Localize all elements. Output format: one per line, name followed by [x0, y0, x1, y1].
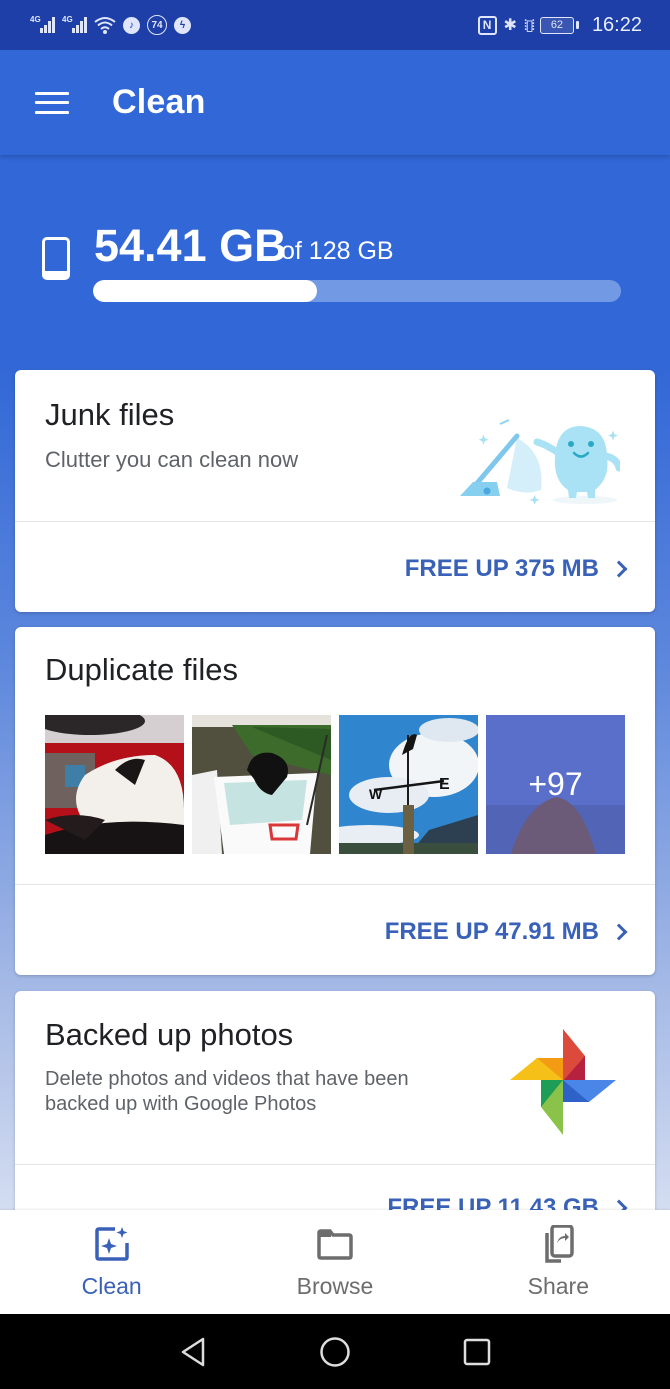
recents-square-icon[interactable] — [461, 1336, 493, 1368]
duplicate-thumbnails: W E +97 — [45, 715, 625, 854]
google-photos-pinwheel-icon — [510, 1029, 616, 1135]
bluetooth-icon: ✱ — [503, 17, 517, 34]
thumbnail-weather-vane[interactable]: W E — [339, 715, 478, 854]
system-navigation-bar — [0, 1314, 670, 1389]
nfc-icon: N — [477, 15, 497, 35]
status-bar-left: 4G 4G ♪ 74 ϟ — [30, 15, 191, 35]
vibrate-icon: ⦙▯⦙ — [523, 17, 535, 34]
free-up-duplicates-button[interactable]: FREE UP 47.91 MB — [384, 918, 628, 946]
status-bar-right: N ✱ ⦙▯⦙ 62 16:22 — [477, 13, 642, 37]
storage-progress-bar — [93, 280, 621, 302]
cell-signal-icon: 4G — [30, 15, 55, 33]
status-bar: 4G 4G ♪ 74 ϟ N ✱ ⦙▯⦙ 62 16:22 — [0, 0, 670, 50]
thumbnail-more[interactable]: +97 — [486, 715, 625, 854]
thumbnail-cat-bin[interactable] — [192, 715, 331, 854]
badge-count: 74 — [151, 19, 163, 31]
free-up-junk-label: FREE UP 375 MB — [404, 555, 599, 582]
card-divider — [15, 1164, 655, 1165]
svg-text:E: E — [439, 776, 450, 793]
card-title: Duplicate files — [45, 652, 238, 687]
battery-icon: 62 — [539, 16, 579, 34]
nav-label: Clean — [81, 1273, 142, 1299]
storage-used: 54.41 GB — [94, 220, 287, 271]
page-title: Clean — [112, 83, 206, 121]
wifi-icon — [94, 17, 116, 34]
free-up-duplicates-label: FREE UP 47.91 MB — [384, 918, 599, 945]
app-bar: Clean — [0, 50, 670, 155]
phone-icon — [41, 237, 70, 280]
card-title: Backed up photos — [45, 1017, 294, 1052]
share-device-icon — [545, 1225, 575, 1263]
network-type-label-2: 4G — [62, 15, 73, 24]
nav-tab-clean[interactable]: Clean — [0, 1210, 223, 1314]
nav-tab-browse[interactable]: Browse — [223, 1210, 446, 1314]
status-time: 16:22 — [591, 13, 642, 36]
bottom-navigation: Clean Browse Share — [0, 1210, 670, 1314]
thumbnail-cat-sleeping[interactable] — [45, 715, 184, 854]
card-subtitle: Clutter you can clean now — [45, 447, 299, 472]
battery-level: 62 — [550, 19, 564, 31]
nav-tab-share[interactable]: Share — [447, 1210, 670, 1314]
junk-files-card[interactable]: Junk files Clutter you can clean now FRE… — [15, 370, 655, 612]
storage-total: of 128 GB — [281, 237, 394, 265]
card-subtitle: Delete photos and videos that have been … — [45, 1068, 409, 1115]
nav-label: Share — [527, 1273, 589, 1299]
badge-count-icon: 74 — [147, 15, 167, 35]
cell-signal-2-icon: 4G — [62, 15, 87, 33]
home-circle-icon[interactable] — [319, 1336, 351, 1368]
card-divider — [15, 521, 655, 522]
chevron-right-icon — [610, 560, 628, 578]
folder-icon — [317, 1229, 353, 1260]
vacuum-character-illustration — [460, 419, 620, 505]
duplicate-files-card[interactable]: Duplicate files W E +97 FREE UP 47.91 MB — [15, 627, 655, 975]
clean-sparkle-icon — [94, 1227, 129, 1261]
flash-notification-icon: ϟ — [174, 16, 191, 34]
card-title: Junk files — [45, 397, 175, 432]
back-triangle-icon[interactable] — [177, 1336, 209, 1368]
music-notification-icon: ♪ — [123, 16, 140, 34]
svg-text:W: W — [369, 786, 383, 802]
nav-label: Browse — [296, 1273, 374, 1299]
hamburger-menu-icon[interactable] — [35, 91, 69, 114]
storage-summary: 54.41 GB of 128 GB — [0, 215, 670, 315]
storage-progress-fill — [93, 280, 318, 302]
free-up-junk-button[interactable]: FREE UP 375 MB — [404, 555, 628, 583]
card-divider — [15, 884, 655, 885]
chevron-right-icon — [610, 923, 628, 941]
network-type-label: 4G — [30, 15, 41, 24]
more-count-label: +97 — [528, 766, 583, 802]
